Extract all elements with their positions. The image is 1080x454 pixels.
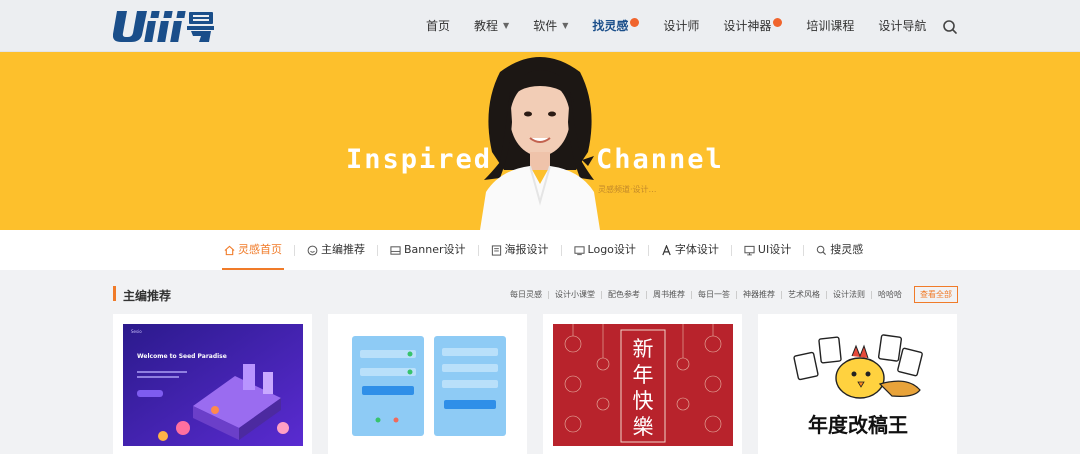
smile-icon bbox=[307, 245, 318, 255]
thumb-char: 年 bbox=[633, 363, 654, 387]
section-accent-bar bbox=[113, 286, 116, 301]
category-tags: 每日灵感 设计小课堂 配色参考 周书推荐 每日一答 神器推荐 艺术风格 设计法则… bbox=[504, 286, 958, 303]
nav-item-designers[interactable]: 设计师 bbox=[651, 0, 711, 52]
nav-label: 设计神器 bbox=[723, 19, 772, 33]
card-thumbnail: Sesio Welcome to Seed Paradise bbox=[123, 324, 303, 446]
tag-tool-recommend[interactable]: 神器推荐 bbox=[737, 289, 781, 300]
nav-label: 设计师 bbox=[663, 19, 700, 33]
chevron-down-icon: ▼ bbox=[503, 21, 510, 30]
section-header: 主编推荐 每日灵感 设计小课堂 配色参考 周书推荐 每日一答 神器推荐 艺术风格… bbox=[113, 284, 958, 304]
nav-item-tutorials[interactable]: 教程 ▼ bbox=[462, 0, 521, 52]
inspiration-subnav: 灵感首页 主编推荐 Banner设计 海报设计 Logo设计 字体设计 UI设计… bbox=[0, 230, 1080, 270]
tag-color-reference[interactable]: 配色参考 bbox=[602, 289, 646, 300]
image-icon bbox=[390, 245, 401, 255]
subnav-item-home[interactable]: 灵感首页 bbox=[212, 230, 294, 270]
view-all-button[interactable]: 查看全部 bbox=[914, 286, 958, 303]
desktop-icon bbox=[744, 245, 755, 255]
tag-art-style[interactable]: 艺术风格 bbox=[782, 289, 826, 300]
search-icon[interactable] bbox=[940, 17, 960, 37]
poster-icon bbox=[491, 244, 501, 256]
site-logo[interactable] bbox=[113, 9, 215, 43]
new-badge-icon bbox=[630, 17, 640, 27]
subnav-item-search[interactable]: 搜灵感 bbox=[804, 230, 875, 270]
home-icon bbox=[224, 245, 235, 255]
tag-book-recommend[interactable]: 周书推荐 bbox=[647, 289, 691, 300]
subnav-label: UI设计 bbox=[757, 243, 792, 256]
nav-label: 培训课程 bbox=[806, 19, 855, 33]
tag-design-class[interactable]: 设计小课堂 bbox=[549, 289, 601, 300]
thumb-title: 年度改稿王 bbox=[808, 413, 908, 437]
banner-portrait-image bbox=[480, 57, 600, 230]
card-thumbnail: 新 年 快 樂 bbox=[553, 324, 733, 446]
card-new-year[interactable]: 新 年 快 樂 bbox=[543, 314, 742, 454]
subnav-item-font[interactable]: 字体设计 bbox=[649, 230, 731, 270]
main-nav: 首页 教程 ▼ 软件 ▼ 找灵感 设计师 设计神器 培训课程 设计导航 bbox=[414, 0, 938, 52]
top-header: 首页 教程 ▼ 软件 ▼ 找灵感 设计师 设计神器 培训课程 设计导航 bbox=[0, 0, 1080, 52]
chevron-down-icon: ▼ bbox=[562, 21, 569, 30]
card-thumbnail: 年度改稿王 bbox=[768, 324, 948, 446]
card-login-ui[interactable] bbox=[328, 314, 527, 454]
new-badge-icon bbox=[773, 17, 783, 27]
subnav-label: Logo设计 bbox=[587, 243, 636, 256]
subnav-item-banner[interactable]: Banner设计 bbox=[378, 230, 478, 270]
nav-item-home[interactable]: 首页 bbox=[414, 0, 462, 52]
thumb-char: 樂 bbox=[633, 415, 654, 439]
nav-item-navigation[interactable]: 设计导航 bbox=[866, 0, 938, 52]
nav-label: 教程 bbox=[474, 19, 499, 33]
card-seed-paradise[interactable]: Sesio Welcome to Seed Paradise bbox=[113, 314, 312, 454]
nav-item-software[interactable]: 软件 ▼ bbox=[521, 0, 580, 52]
font-icon bbox=[662, 244, 671, 255]
subnav-label: 字体设计 bbox=[674, 243, 719, 256]
banner-caption: 灵感频道·设计… bbox=[598, 185, 657, 194]
thumb-char: 快 bbox=[633, 389, 654, 413]
search-icon bbox=[816, 245, 827, 255]
hero-banner[interactable]: Inspired Channel 灵感频道·设计… bbox=[0, 52, 1080, 230]
nav-item-tools[interactable]: 设计神器 bbox=[711, 0, 794, 52]
section-title: 主编推荐 bbox=[123, 289, 172, 303]
subnav-label: Banner设计 bbox=[404, 243, 466, 256]
monitor-icon bbox=[573, 245, 585, 255]
card-revision-king[interactable]: 年度改稿王 bbox=[758, 314, 957, 454]
tag-haha[interactable]: 哈哈哈 bbox=[872, 289, 908, 300]
thumb-brand: Sesio bbox=[131, 329, 142, 334]
tag-daily-answer[interactable]: 每日一答 bbox=[692, 289, 736, 300]
subnav-item-poster[interactable]: 海报设计 bbox=[479, 230, 561, 270]
subnav-item-ui[interactable]: UI设计 bbox=[732, 230, 803, 270]
nav-label: 设计导航 bbox=[878, 19, 927, 33]
subnav-label: 主编推荐 bbox=[321, 243, 365, 256]
tag-design-rules[interactable]: 设计法则 bbox=[827, 289, 871, 300]
card-thumbnail bbox=[338, 324, 518, 446]
nav-label: 首页 bbox=[426, 19, 451, 33]
thumb-char: 新 bbox=[633, 337, 654, 361]
nav-label: 软件 bbox=[533, 19, 558, 33]
subnav-item-editor-picks[interactable]: 主编推荐 bbox=[295, 230, 377, 270]
nav-item-courses[interactable]: 培训课程 bbox=[794, 0, 866, 52]
subnav-item-logo[interactable]: Logo设计 bbox=[562, 230, 648, 270]
thumb-heading: Welcome to Seed Paradise bbox=[137, 353, 227, 360]
page: 首页 教程 ▼ 软件 ▼ 找灵感 设计师 设计神器 培训课程 设计导航 Insp… bbox=[0, 0, 1080, 454]
nav-item-inspiration[interactable]: 找灵感 bbox=[580, 0, 651, 52]
subnav-label: 海报设计 bbox=[504, 243, 549, 256]
nav-label: 找灵感 bbox=[592, 19, 629, 33]
subnav-label: 灵感首页 bbox=[238, 243, 282, 256]
subnav-label: 搜灵感 bbox=[830, 243, 864, 256]
tag-daily-inspiration[interactable]: 每日灵感 bbox=[504, 289, 548, 300]
banner-title-right: Channel bbox=[596, 144, 724, 175]
